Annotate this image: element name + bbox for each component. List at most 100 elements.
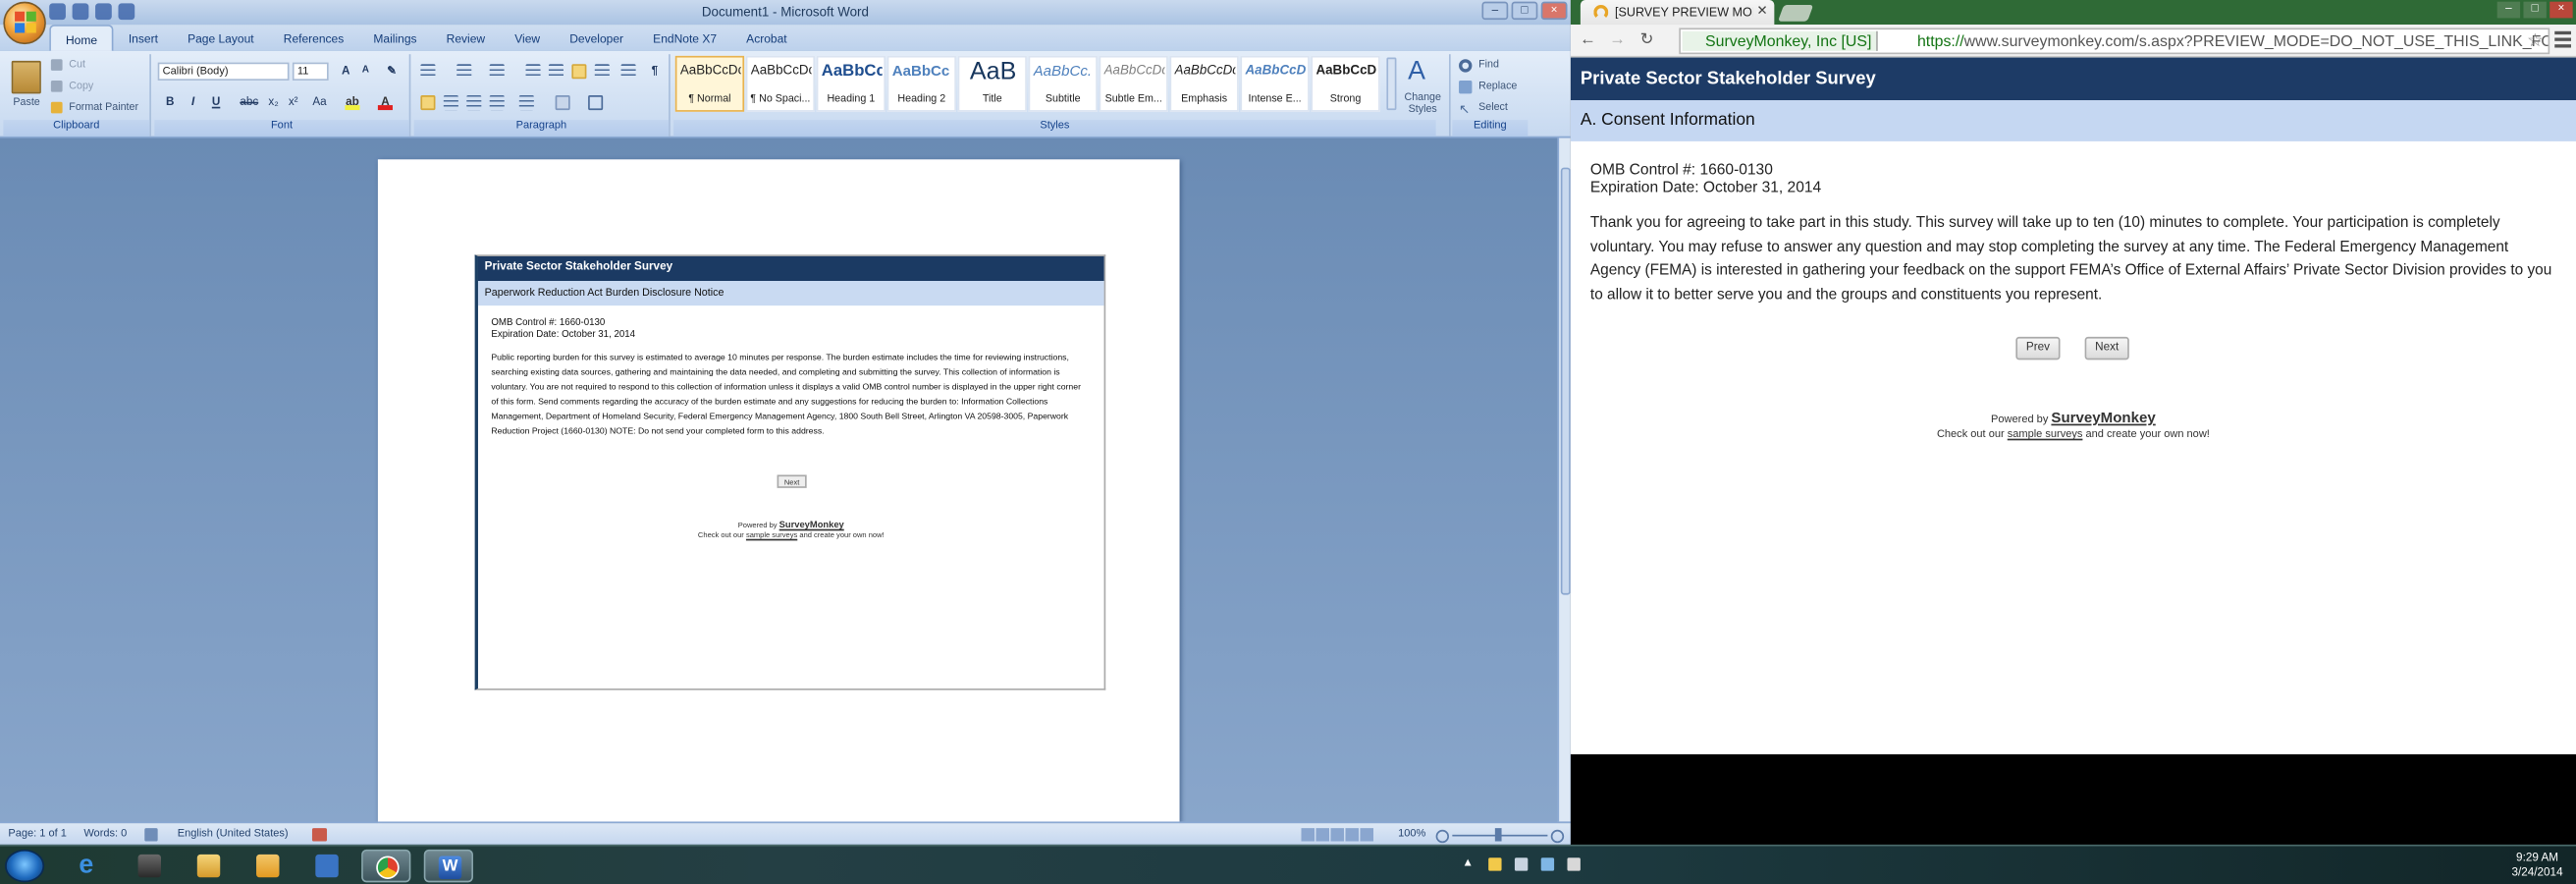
justify-icon[interactable] xyxy=(489,95,505,111)
increase-indent-icon[interactable] xyxy=(548,64,564,80)
font-size-select[interactable]: 11 xyxy=(292,62,329,81)
new-tab-button[interactable] xyxy=(1777,5,1814,22)
redo-icon[interactable] xyxy=(95,3,112,21)
forward-icon[interactable]: → xyxy=(1607,29,1629,51)
chrome-tab[interactable]: [SURVEY PREVIEW MODE] Private Sector ✕ xyxy=(1580,0,1775,26)
bullets-icon[interactable] xyxy=(420,64,436,80)
proofing-icon[interactable] xyxy=(144,828,158,842)
copy-button[interactable]: Copy xyxy=(69,81,93,92)
italic-icon[interactable]: I xyxy=(186,95,200,110)
tab-review[interactable]: Review xyxy=(432,25,501,51)
macro-record-icon[interactable] xyxy=(311,828,328,842)
shrink-font-icon[interactable]: A xyxy=(358,64,373,79)
sample-surveys-link[interactable]: sample surveys xyxy=(2008,429,2083,441)
style-heading-1[interactable]: AaBbCc Heading 1 xyxy=(816,55,886,112)
status-words[interactable]: Words: 0 xyxy=(83,828,127,840)
start-button[interactable] xyxy=(5,849,45,883)
font-name-select[interactable]: Calibri (Body) xyxy=(157,62,290,81)
style-subtitle[interactable]: AaBbCc. Subtitle xyxy=(1028,55,1098,112)
status-zoom[interactable]: 100% xyxy=(1398,828,1425,840)
view-buttons[interactable] xyxy=(1301,828,1374,842)
taskbar-explorer[interactable] xyxy=(184,850,233,882)
address-bar[interactable]: SurveyMonkey, Inc [US] https://www.surve… xyxy=(1679,28,2550,55)
decrease-indent-icon[interactable] xyxy=(525,64,541,80)
paste-icon[interactable] xyxy=(11,60,41,94)
align-right-icon[interactable] xyxy=(466,95,482,111)
maximize-button[interactable]: □ xyxy=(1511,1,1538,21)
style-no-spacing[interactable]: AaBbCcDc ¶ No Spaci... xyxy=(745,55,816,112)
shading-icon[interactable] xyxy=(555,95,570,111)
style-subtle-emphasis[interactable]: AaBbCcDc Subtle Em... xyxy=(1099,55,1168,112)
back-icon[interactable]: ← xyxy=(1578,29,1599,51)
style-strong[interactable]: AaBbCcDc Strong xyxy=(1311,55,1380,112)
menu-icon[interactable] xyxy=(2554,30,2571,51)
tab-insert[interactable]: Insert xyxy=(114,25,173,51)
close-button[interactable]: × xyxy=(1540,1,1568,21)
status-language[interactable]: English (United States) xyxy=(178,828,289,840)
office-button[interactable] xyxy=(3,1,46,45)
style-emphasis[interactable]: AaBbCcDc Emphasis xyxy=(1169,55,1239,112)
volume-icon[interactable] xyxy=(1567,857,1581,871)
minimize-button[interactable]: – xyxy=(1481,1,1509,21)
taskbar-clock[interactable]: 9:29 AM 3/24/2014 xyxy=(2511,852,2562,881)
network-icon[interactable] xyxy=(1514,857,1529,871)
tab-acrobat[interactable]: Acrobat xyxy=(731,25,802,51)
document-page[interactable]: Private Sector Stakeholder Survey Paperw… xyxy=(377,159,1180,824)
ltr-icon[interactable] xyxy=(571,64,587,80)
undo-icon[interactable] xyxy=(72,3,89,21)
tab-endnote[interactable]: EndNote X7 xyxy=(638,25,731,51)
bold-icon[interactable]: B xyxy=(163,95,178,110)
multilevel-list-icon[interactable] xyxy=(489,64,505,80)
tab-mailings[interactable]: Mailings xyxy=(358,25,431,51)
scrollbar-thumb[interactable] xyxy=(1560,167,1571,595)
show-formatting-icon[interactable]: ¶ xyxy=(647,64,662,79)
ev-certificate-label[interactable]: SurveyMonkey, Inc [US] xyxy=(1682,30,1879,51)
style-title[interactable]: AaB Title xyxy=(957,55,1027,112)
cut-button[interactable]: Cut xyxy=(69,59,85,71)
change-styles-button[interactable]: Change Styles xyxy=(1401,92,1444,115)
taskbar-app[interactable] xyxy=(125,850,174,882)
superscript-icon[interactable]: x² xyxy=(286,95,300,110)
subscript-icon[interactable]: x₂ xyxy=(266,95,281,110)
prev-button[interactable]: Prev xyxy=(2015,336,2061,360)
find-button[interactable]: Find xyxy=(1478,59,1499,71)
change-case-icon[interactable]: Aa xyxy=(312,95,327,110)
styles-scroll[interactable] xyxy=(1386,57,1397,111)
sort-icon[interactable] xyxy=(620,64,636,80)
save-icon[interactable] xyxy=(49,3,66,21)
style-normal[interactable]: AaBbCcDc ¶ Normal xyxy=(674,55,745,112)
tab-home[interactable]: Home xyxy=(49,25,114,51)
url-text[interactable]: https://www.surveymonkey.com/s.aspx?PREV… xyxy=(1917,32,2549,50)
bookmark-star-icon[interactable]: ☆ xyxy=(2527,29,2544,51)
taskbar-chrome[interactable] xyxy=(361,849,411,883)
maximize-button[interactable]: □ xyxy=(2523,1,2547,19)
taskbar-outlook[interactable] xyxy=(243,850,293,882)
show-hidden-icons-icon[interactable]: ▲ xyxy=(1462,857,1474,870)
paste-button[interactable]: Paste xyxy=(13,97,39,109)
highlight-icon[interactable]: ab xyxy=(345,95,360,111)
replace-button[interactable]: Replace xyxy=(1478,81,1517,92)
numbering-icon[interactable] xyxy=(456,64,472,80)
font-color-icon[interactable]: A xyxy=(377,95,393,111)
tab-developer[interactable]: Developer xyxy=(555,25,638,51)
tab-close-icon[interactable]: ✕ xyxy=(1756,3,1767,18)
underline-icon[interactable]: U xyxy=(209,95,224,110)
taskbar-lync[interactable] xyxy=(302,850,351,882)
strikethrough-icon[interactable]: abc xyxy=(240,95,258,110)
close-button[interactable]: × xyxy=(2549,1,2573,19)
style-heading-2[interactable]: AaBbCc Heading 2 xyxy=(886,55,956,112)
reload-icon[interactable]: ↻ xyxy=(1637,29,1658,51)
action-center-icon[interactable] xyxy=(1488,857,1502,871)
tab-references[interactable]: References xyxy=(269,25,359,51)
status-page[interactable]: Page: 1 of 1 xyxy=(8,828,67,840)
bluetooth-icon[interactable] xyxy=(1540,857,1555,871)
select-button[interactable]: Select xyxy=(1478,102,1508,114)
align-center-icon[interactable] xyxy=(443,95,458,111)
next-button[interactable]: Next xyxy=(2084,336,2129,360)
zoom-slider-thumb[interactable] xyxy=(1494,828,1502,842)
borders-icon[interactable] xyxy=(588,95,604,111)
spelling-icon[interactable] xyxy=(118,3,135,21)
zoom-out-icon[interactable] xyxy=(1435,829,1449,844)
taskbar-internet-explorer[interactable]: e xyxy=(66,850,115,882)
clear-formatting-icon[interactable]: ✎ xyxy=(385,64,400,79)
